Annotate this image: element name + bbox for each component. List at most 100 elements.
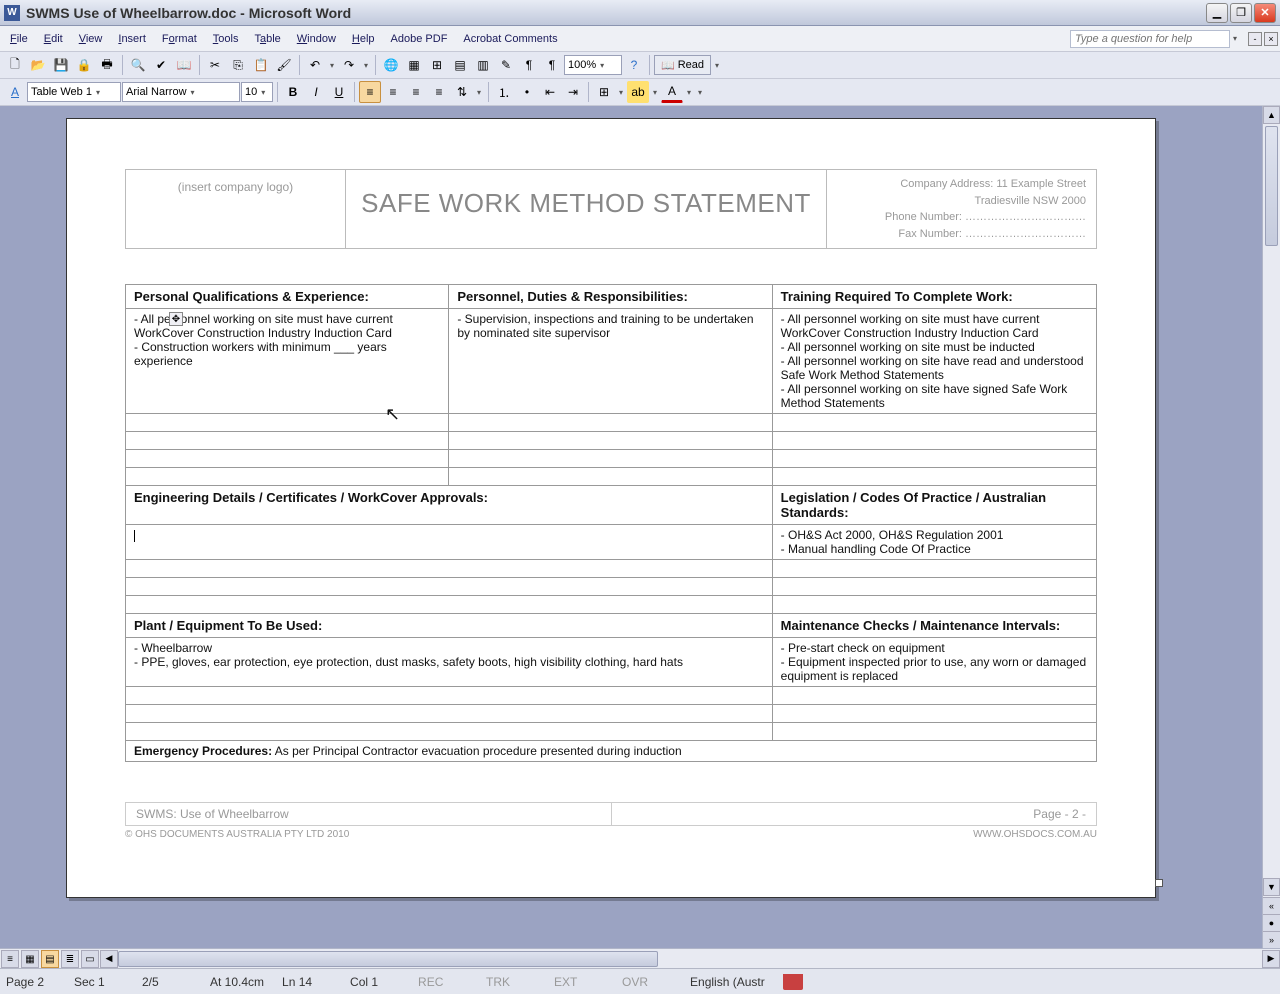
help-icon[interactable]: ?: [623, 54, 645, 76]
menu-help[interactable]: Help: [344, 30, 383, 48]
read-button[interactable]: 📖 Read: [654, 55, 711, 75]
format-painter-icon[interactable]: 🖌: [273, 54, 295, 76]
sec1-c2[interactable]: - Supervision, inspections and training …: [449, 309, 772, 414]
sec3-h1[interactable]: Plant / Equipment To Be Used:: [126, 614, 773, 638]
undo-icon[interactable]: ↶: [304, 54, 326, 76]
line-spacing-dropdown[interactable]: ▾: [474, 81, 484, 103]
hscroll-track[interactable]: [118, 950, 1262, 968]
outline-view-icon[interactable]: ≣: [61, 950, 79, 968]
sec1-h3[interactable]: Training Required To Complete Work:: [772, 285, 1096, 309]
footer-left[interactable]: SWMS: Use of Wheelbarrow: [126, 803, 612, 826]
font-color-dropdown[interactable]: ▾: [684, 81, 694, 103]
status-rec[interactable]: REC: [418, 975, 468, 989]
formatting-options[interactable]: ▾: [695, 81, 705, 103]
print-layout-view-icon[interactable]: ▤: [41, 950, 59, 968]
zoom-select[interactable]: 100%▾: [564, 55, 622, 75]
document-area[interactable]: (insert company logo) SAFE WORK METHOD S…: [0, 106, 1262, 948]
ask-question-input[interactable]: [1070, 30, 1230, 48]
research-icon[interactable]: 📖: [173, 54, 195, 76]
hscroll-left-icon[interactable]: ◀: [100, 950, 118, 968]
header-title-cell[interactable]: SAFE WORK METHOD STATEMENT: [346, 170, 827, 249]
style-select[interactable]: Table Web 1▾: [27, 82, 121, 102]
insert-table-icon[interactable]: ⊞: [426, 54, 448, 76]
header-address-cell[interactable]: Company Address: 11 Example Street Tradi…: [827, 170, 1097, 249]
menu-insert[interactable]: Insert: [110, 30, 154, 48]
status-page[interactable]: Page 2: [6, 975, 56, 989]
italic-icon[interactable]: I: [305, 81, 327, 103]
sec1-h2[interactable]: Personnel, Duties & Responsibilities:: [449, 285, 772, 309]
justify-icon[interactable]: ≡: [428, 81, 450, 103]
scroll-up-icon[interactable]: ▲: [1263, 106, 1280, 124]
drawing-icon[interactable]: ✎: [495, 54, 517, 76]
status-section[interactable]: Sec 1: [74, 975, 124, 989]
align-center-icon[interactable]: ≡: [382, 81, 404, 103]
sec2-h2[interactable]: Legislation / Codes Of Practice / Austra…: [772, 486, 1096, 525]
permission-icon[interactable]: 🔒: [73, 54, 95, 76]
status-line[interactable]: Ln 14: [282, 975, 332, 989]
redo-icon[interactable]: ↷: [338, 54, 360, 76]
status-language[interactable]: English (Austr: [690, 975, 765, 989]
ask-dropdown[interactable]: ▾: [1230, 28, 1240, 50]
sec2-h1[interactable]: Engineering Details / Certificates / Wor…: [126, 486, 773, 525]
mdi-minimize[interactable]: -: [1248, 32, 1262, 46]
print-preview-icon[interactable]: 🔍: [127, 54, 149, 76]
menu-edit[interactable]: Edit: [36, 30, 71, 48]
hscroll-right-icon[interactable]: ▶: [1262, 950, 1280, 968]
font-size-select[interactable]: 10▾: [241, 82, 273, 102]
align-right-icon[interactable]: ≡: [405, 81, 427, 103]
columns-icon[interactable]: ▥: [472, 54, 494, 76]
menu-view[interactable]: View: [71, 30, 111, 48]
spelling-icon[interactable]: ✔: [150, 54, 172, 76]
tables-borders-icon[interactable]: ▦: [403, 54, 425, 76]
footer-right[interactable]: Page - 2 -: [611, 803, 1097, 826]
sec3-c2[interactable]: - Pre-start check on equipment - Equipme…: [772, 638, 1096, 687]
menu-format[interactable]: Format: [154, 30, 205, 48]
table-move-handle[interactable]: ✥: [169, 312, 183, 326]
highlight-dropdown[interactable]: ▾: [650, 81, 660, 103]
sec3-h2[interactable]: Maintenance Checks / Maintenance Interva…: [772, 614, 1096, 638]
menu-file[interactable]: File: [2, 30, 36, 48]
save-icon[interactable]: 💾: [50, 54, 72, 76]
align-left-icon[interactable]: ≡: [359, 81, 381, 103]
borders-dropdown[interactable]: ▾: [616, 81, 626, 103]
font-color-icon[interactable]: A: [661, 81, 683, 103]
minimize-button[interactable]: ▁: [1206, 3, 1228, 23]
hscroll-thumb[interactable]: [118, 951, 658, 967]
numbering-icon[interactable]: ⒈: [493, 81, 515, 103]
paste-icon[interactable]: 📋: [250, 54, 272, 76]
excel-icon[interactable]: ▤: [449, 54, 471, 76]
emergency-cell[interactable]: Emergency Procedures: As per Principal C…: [126, 741, 1097, 762]
status-page-count[interactable]: 2/5: [142, 975, 192, 989]
scroll-down-icon[interactable]: ▼: [1263, 878, 1280, 896]
sec3-c1[interactable]: - Wheelbarrow - PPE, gloves, ear protect…: [126, 638, 773, 687]
open-icon[interactable]: 📂: [27, 54, 49, 76]
status-column[interactable]: Col 1: [350, 975, 400, 989]
web-layout-view-icon[interactable]: ▦: [21, 950, 39, 968]
bold-icon[interactable]: B: [282, 81, 304, 103]
status-ovr[interactable]: OVR: [622, 975, 672, 989]
sec1-h1[interactable]: Personal Qualifications & Experience:: [126, 285, 449, 309]
menu-acrobat-comments[interactable]: Acrobat Comments: [455, 30, 565, 48]
doc-map-icon[interactable]: ¶: [518, 54, 540, 76]
sec1-c3[interactable]: - All personnel working on site must hav…: [772, 309, 1096, 414]
browse-object-icon[interactable]: ●: [1263, 914, 1280, 931]
underline-icon[interactable]: U: [328, 81, 350, 103]
line-spacing-icon[interactable]: ⇅: [451, 81, 473, 103]
menu-adobe-pdf[interactable]: Adobe PDF: [383, 30, 456, 48]
reading-layout-view-icon[interactable]: ▭: [81, 950, 99, 968]
toolbar-options[interactable]: ▾: [712, 54, 722, 76]
sec2-c1[interactable]: [126, 525, 773, 560]
print-icon[interactable]: 🖶: [96, 54, 118, 76]
sec2-c2[interactable]: - OH&S Act 2000, OH&S Regulation 2001 - …: [772, 525, 1096, 560]
highlight-icon[interactable]: ab: [627, 81, 649, 103]
close-button[interactable]: ✕: [1254, 3, 1276, 23]
redo-dropdown[interactable]: ▾: [361, 54, 371, 76]
status-at[interactable]: At 10.4cm: [210, 975, 264, 989]
undo-dropdown[interactable]: ▾: [327, 54, 337, 76]
vertical-scrollbar[interactable]: ▲ ▼ « ● »: [1262, 106, 1280, 948]
show-hide-icon[interactable]: ¶: [541, 54, 563, 76]
table-resize-handle[interactable]: [1155, 879, 1163, 887]
copy-icon[interactable]: ⎘: [227, 54, 249, 76]
scroll-thumb[interactable]: [1265, 126, 1278, 246]
menu-tools[interactable]: Tools: [205, 30, 247, 48]
